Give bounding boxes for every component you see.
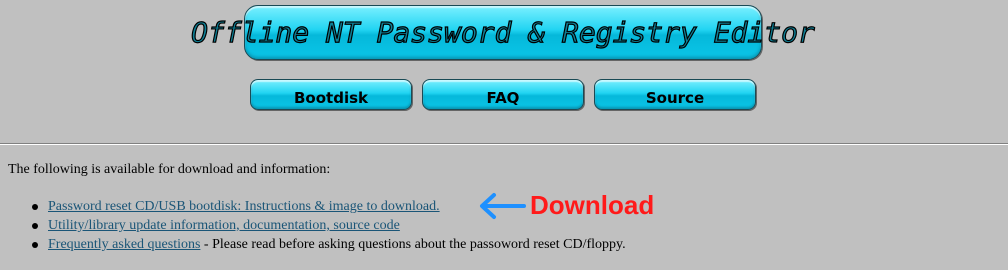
nav-button-bootdisk-label: Bootdisk bbox=[294, 88, 368, 107]
bullet-icon bbox=[32, 242, 38, 248]
list-item-suffix: - Please read before asking questions ab… bbox=[200, 237, 626, 252]
nav-button-bootdisk[interactable]: Bootdisk bbox=[250, 79, 412, 110]
list-item-faq: Frequently asked questions - Please read… bbox=[0, 235, 626, 254]
download-annotation-label: Download bbox=[530, 190, 655, 220]
nav-button-faq-label: FAQ bbox=[486, 88, 520, 107]
bullet-icon bbox=[32, 204, 38, 210]
nav-button-faq[interactable]: FAQ bbox=[422, 79, 584, 110]
download-annotation: Download bbox=[478, 190, 654, 221]
horizontal-divider bbox=[0, 143, 1008, 145]
link-bootdisk-download[interactable]: Password reset CD/USB bootdisk: Instruct… bbox=[48, 199, 440, 214]
header-banner[interactable]: Offline NT Password & Registry Editor bbox=[191, 5, 815, 60]
page: Offline NT Password & Registry Editor Bo… bbox=[0, 0, 1008, 270]
nav-button-source[interactable]: Source bbox=[594, 79, 756, 110]
intro-text: The following is available for download … bbox=[8, 162, 331, 177]
nav-button-source-label: Source bbox=[645, 88, 705, 107]
site-title: Offline NT Password & Registry Editor bbox=[191, 15, 816, 49]
bullet-icon bbox=[32, 223, 38, 229]
link-utility-info[interactable]: Utility/library update information, docu… bbox=[48, 218, 400, 233]
arrow-left-icon bbox=[480, 192, 526, 219]
link-faq[interactable]: Frequently asked questions bbox=[48, 237, 200, 252]
